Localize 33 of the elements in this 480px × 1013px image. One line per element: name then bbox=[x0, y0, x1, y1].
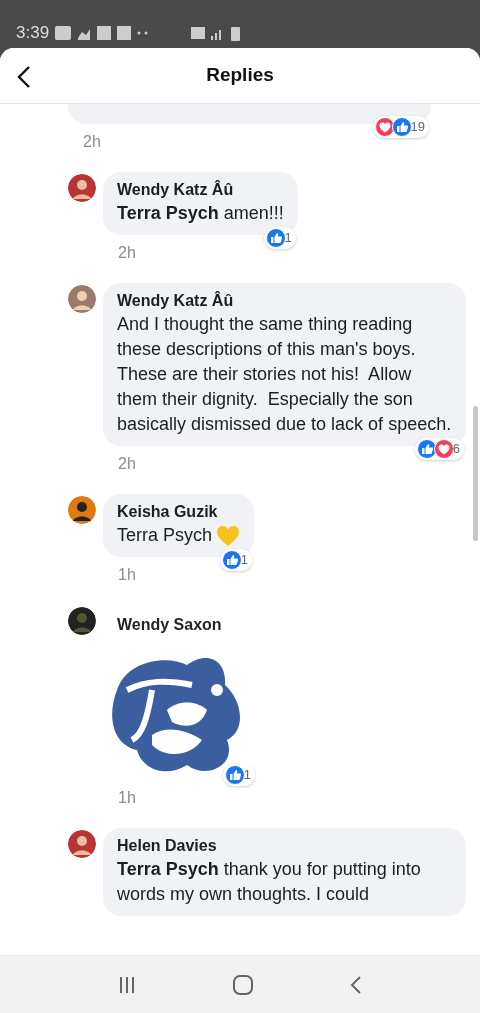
author-name[interactable]: Wendy Saxon bbox=[103, 605, 247, 650]
author-name[interactable]: Helen Davies bbox=[117, 835, 452, 857]
reactions-badge[interactable]: 19 bbox=[372, 116, 429, 138]
comment-text: Terra Psych thank you for putting into words my own thoughts. I could bbox=[117, 858, 422, 906]
reactions-badge[interactable]: 6 bbox=[414, 438, 464, 460]
reactions-badge[interactable]: 1 bbox=[222, 764, 255, 786]
comment-text: Terra Psych bbox=[117, 524, 213, 547]
comment-text: And I thought the same thing reading these descriptions of this man's boys. These are their stories not his! Allow them their dignity. Especially the son basically dismissed due to lack of speech. bbox=[117, 313, 452, 436]
comment-time: 1h bbox=[118, 565, 137, 585]
reaction-count: 1 bbox=[243, 766, 251, 785]
comment-time: 2h bbox=[83, 132, 102, 152]
comment-text: Terra Psych amen!!! bbox=[117, 202, 284, 225]
comment-time: 2h bbox=[118, 454, 137, 474]
reaction-count: 19 bbox=[410, 118, 425, 137]
notification-icon bbox=[117, 26, 132, 40]
author-name[interactable]: Keisha Guzik bbox=[117, 501, 241, 523]
author-name[interactable]: Wendy Katz Âû bbox=[117, 290, 452, 312]
comment-time: 1h bbox=[118, 788, 137, 808]
reaction-count: 1 bbox=[240, 551, 249, 570]
reactions-badge[interactable]: 1 bbox=[219, 549, 253, 571]
comment-time: 2h bbox=[118, 243, 137, 263]
header-title: Replies bbox=[206, 64, 274, 87]
avatar[interactable] bbox=[68, 496, 96, 524]
reaction-count: 1 bbox=[284, 229, 292, 248]
author-name[interactable]: Wendy Katz Âû bbox=[117, 179, 284, 201]
notification-icon bbox=[55, 26, 72, 40]
avatar[interactable] bbox=[68, 607, 96, 635]
status-time: 3:39 bbox=[16, 22, 50, 45]
notification-icon bbox=[97, 26, 112, 40]
reaction-count: 6 bbox=[452, 440, 460, 459]
reactions-badge[interactable]: 1 bbox=[263, 227, 296, 249]
more-notifications-icon bbox=[137, 31, 150, 35]
home-button[interactable] bbox=[232, 972, 254, 997]
